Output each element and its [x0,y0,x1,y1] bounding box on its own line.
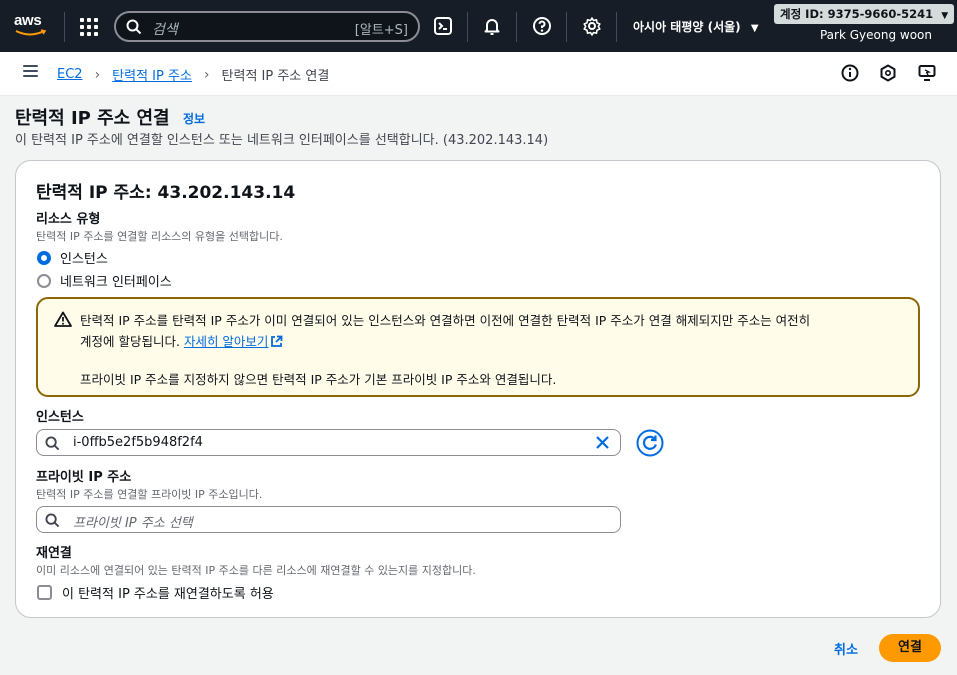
radio-unselected-icon [37,273,51,288]
checkbox-unchecked-icon [37,585,52,600]
clear-close-icon[interactable] [595,435,610,450]
radio-instance-label: 인스턴스 [60,252,108,267]
private-ip-label: 프라이빗 IP 주소 [36,470,132,485]
private-ip-hint: 탄력적 IP 주소를 연결할 프라이빗 IP 주소입니다. [36,488,263,501]
warning-text: 탄력적 IP 주소를 탄력적 IP 주소가 이미 연결되어 있는 인스턴스와 연… [80,310,900,352]
aws-logo-text: aws [14,12,42,29]
breadcrumb-current: 탄력적 IP 주소 연결 [221,69,330,84]
notifications-bell-icon[interactable] [482,16,502,36]
aws-logo[interactable]: aws [14,12,50,40]
radio-instance[interactable]: 인스턴스 [37,248,108,267]
resource-type-hint: 탄력적 IP 주소를 연결할 리소스의 유형을 선택합니다. [36,230,283,243]
instance-label: 인스턴스 [36,410,84,425]
chevron-down-icon: ▼ [750,23,759,34]
refresh-icon[interactable] [636,429,664,457]
region-selector[interactable]: 아시아 태평양 (서울) ▼ [633,18,759,35]
warning-line-1: 탄력적 IP 주소를 탄력적 IP 주소가 이미 연결되어 있는 인스턴스와 연… [80,313,811,328]
feedback-hexagon-icon[interactable] [878,63,898,83]
top-navigation: aws 검색 [알트+S] 아시아 태평양 (서울) ▼ 계정 ID: 9375… [0,0,957,52]
search-icon [45,436,60,451]
nav-divider [516,12,517,42]
breadcrumb-bar: EC2 › 탄력적 IP 주소 › 탄력적 IP 주소 연결 [0,52,957,96]
screen-support-icon[interactable] [917,63,937,83]
private-ip-select[interactable]: 프라이빗 IP 주소 선택 [36,506,621,533]
aws-smile-icon [15,29,47,36]
radio-network-interface[interactable]: 네트워크 인터페이스 [37,271,172,290]
warning-line-2: 계정에 할당됩니다. [80,334,180,349]
settings-gear-icon[interactable] [582,16,602,36]
learn-more-link[interactable]: 자세히 알아보기 [184,334,268,349]
info-panel-icon[interactable] [840,63,860,83]
breadcrumb-link-ec2[interactable]: EC2 [57,67,83,82]
reassociate-hint: 이미 리소스에 연결되어 있는 탄력적 IP 주소를 다른 리소스에 재연결할 … [36,564,476,577]
cloudshell-icon[interactable] [433,16,453,36]
chevron-down-icon: ▼ [941,11,949,21]
account-id: 계정 ID: 9375-9660-5241 [780,7,934,21]
form-title: 탄력적 IP 주소: 43.202.143.14 [36,183,296,203]
region-label: 아시아 태평양 (서울) [633,20,741,34]
reassociate-label: 재연결 [36,546,72,561]
page-title: 탄력적 IP 주소 연결 [15,108,170,129]
search-shortcut: [알트+S] [354,23,408,38]
info-link[interactable]: 정보 [183,110,205,127]
warning-alert: 탄력적 IP 주소를 탄력적 IP 주소가 이미 연결되어 있는 인스턴스와 연… [36,297,920,397]
side-navigation-toggle-icon[interactable] [23,65,38,77]
resource-type-label: 리소스 유형 [36,212,101,227]
instance-value: i-0ffb5e2f5b948f2f4 [73,435,203,450]
chevron-right-icon: › [94,66,101,83]
search-placeholder: 검색 [152,22,178,38]
search-icon [45,513,60,528]
search-icon [126,19,142,35]
chevron-right-icon: › [203,66,210,83]
associate-button[interactable]: 연결 [879,634,941,662]
account-menu[interactable]: 계정 ID: 9375-9660-5241 ▼ [774,4,955,24]
allow-reassociation-label: 이 탄력적 IP 주소를 재연결하도록 허용 [62,587,274,602]
breadcrumb: EC2 › 탄력적 IP 주소 › 탄력적 IP 주소 연결 [57,65,330,85]
services-menu-icon[interactable] [80,18,98,36]
breadcrumb-link-elastic-ip[interactable]: 탄력적 IP 주소 [112,65,192,84]
radio-selected-icon [37,250,51,265]
nav-divider [616,12,617,42]
external-link-icon [271,335,283,347]
cancel-button[interactable]: 취소 [834,639,858,658]
help-icon[interactable] [532,16,552,36]
global-search-input[interactable]: 검색 [알트+S] [114,11,420,42]
private-ip-placeholder: 프라이빗 IP 주소 선택 [73,516,193,531]
nav-divider [64,12,65,42]
instance-search-input[interactable]: i-0ffb5e2f5b948f2f4 [36,429,621,456]
private-ip-note: 프라이빗 IP 주소를 지정하지 않으면 탄력적 IP 주소가 기본 프라이빗 … [80,372,557,387]
nav-divider [467,12,468,42]
warning-triangle-icon [54,311,72,327]
radio-network-interface-label: 네트워크 인터페이스 [60,275,172,290]
association-form-container: 탄력적 IP 주소: 43.202.143.14 리소스 유형 탄력적 IP 주… [15,160,941,618]
page-description: 이 탄력적 IP 주소에 연결할 인스턴스 또는 네트워크 인터페이스를 선택합… [15,133,549,148]
user-name[interactable]: Park Gyeong woon [820,28,932,42]
nav-divider [566,12,567,42]
allow-reassociation-checkbox[interactable]: 이 탄력적 IP 주소를 재연결하도록 허용 [37,583,274,602]
